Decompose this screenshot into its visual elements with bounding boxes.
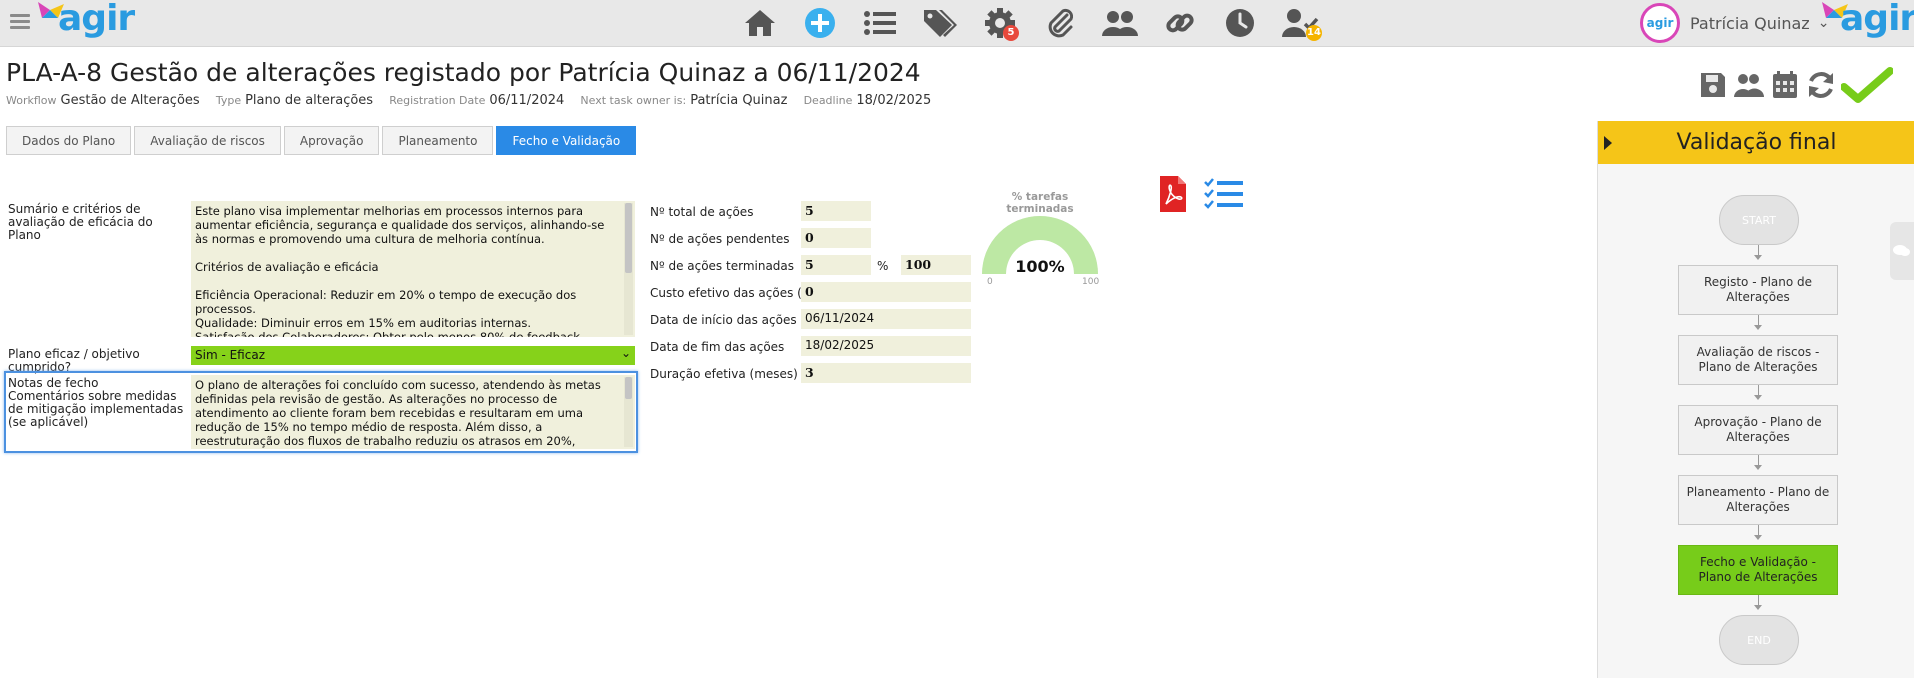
notes-scrollbar[interactable]	[624, 377, 633, 447]
summary-scrollbar[interactable]	[624, 203, 633, 335]
cost-label: Custo efetivo das ações (€)	[650, 286, 815, 300]
chevron-down-icon: ⌄	[620, 346, 631, 360]
page-title: PLA-A-8 Gestão de alterações registado p…	[6, 58, 921, 87]
total-actions-label: Nº total de ações	[650, 205, 754, 219]
record-meta: Workflow Gestão de Alterações Type Plano d…	[6, 93, 943, 108]
notes-label: Notas de fecho Comentários sobre medidas…	[8, 376, 184, 429]
flow-step-fecho-validacao[interactable]: Fecho e Validação - Plano de Alterações	[1678, 545, 1838, 595]
gauge-max: 100	[1082, 277, 1100, 287]
confirm-check-icon[interactable]	[1839, 67, 1895, 103]
add-icon[interactable]	[790, 4, 850, 42]
tab-fecho-e-validacao[interactable]: Fecho e Validação	[496, 126, 637, 155]
clock-icon[interactable]	[1210, 4, 1270, 42]
user-name: Patrícia Quinaz	[1690, 13, 1810, 33]
menu-icon[interactable]	[10, 14, 30, 30]
user-menu[interactable]: agir Patrícia Quinaz ⌄	[1640, 3, 1829, 43]
registration-date-label: Registration Date	[389, 94, 486, 107]
summary-label: Sumário e critérios de avaliação de efic…	[8, 202, 153, 242]
flow-arrow	[1754, 395, 1762, 400]
brand-logo-text: agir	[1840, 0, 1914, 39]
workflow-panel-header[interactable]: Validação final	[1598, 121, 1914, 164]
save-icon[interactable]	[1695, 68, 1731, 102]
summary-textarea[interactable]: Este plano visa implementar melhorias em…	[191, 201, 635, 337]
flow-arrow	[1754, 255, 1762, 260]
done-percent-value: 100	[901, 255, 971, 275]
flow-end: END	[1719, 615, 1799, 665]
cost-value: 0	[801, 282, 971, 302]
top-bar: agir 5 14 agir Patrícia Quinaz ⌄ agir	[0, 0, 1914, 47]
flow-step-registo[interactable]: Registo - Plano de Alterações	[1678, 265, 1838, 315]
user-check-icon[interactable]: 14	[1270, 4, 1330, 42]
end-date-value: 18/02/2025	[801, 336, 971, 356]
type-label: Type	[215, 94, 242, 107]
settings-icon[interactable]: 5	[970, 4, 1030, 42]
settings-badge: 5	[1003, 25, 1019, 41]
gauge-min: 0	[987, 277, 993, 287]
flow-arrow	[1754, 535, 1762, 540]
tab-planeamento[interactable]: Planeamento	[382, 126, 494, 155]
link-icon[interactable]	[1150, 4, 1210, 42]
flow-step-avaliacao[interactable]: Avaliação de riscos - Plano de Alteraçõe…	[1678, 335, 1838, 385]
flow-step-aprovacao[interactable]: Aprovação - Plano de Alterações	[1678, 405, 1838, 455]
done-actions-value: 5	[801, 255, 871, 275]
users-icon[interactable]	[1731, 68, 1767, 102]
notes-text: O plano de alterações foi concluído com …	[195, 378, 601, 449]
checklist-icon[interactable]	[1204, 178, 1244, 210]
tab-dados-do-plano[interactable]: Dados do Plano	[6, 126, 132, 155]
pending-actions-label: Nº de ações pendentes	[650, 232, 790, 246]
record-toolbar	[1695, 67, 1895, 103]
flow-start: START	[1719, 195, 1799, 245]
start-date-value: 06/11/2024	[801, 309, 971, 329]
brand-logo: agir	[1820, 0, 1914, 44]
calendar-icon[interactable]	[1767, 68, 1803, 102]
deadline-label: Deadline	[803, 94, 853, 107]
registration-date-value: 06/11/2024	[489, 93, 565, 108]
users-icon[interactable]	[1090, 4, 1150, 42]
workflow-label: Workflow	[6, 94, 57, 107]
type-value: Plano de alterações	[245, 93, 374, 108]
start-date-label: Data de início das ações	[650, 313, 797, 327]
effective-value: Sim - Eficaz	[195, 348, 265, 362]
logo[interactable]: agir	[36, 0, 135, 44]
tasks-badge: 14	[1306, 25, 1322, 41]
flow-arrow	[1754, 605, 1762, 610]
next-owner-value: Patrícia Quinaz	[690, 93, 788, 108]
tab-bar: Dados do Plano Avaliação de riscos Aprov…	[6, 126, 639, 155]
duration-value: 3	[801, 363, 971, 383]
end-date-label: Data de fim das ações	[650, 340, 785, 354]
tab-aprovacao[interactable]: Aprovação	[283, 126, 380, 155]
chat-icon[interactable]	[1890, 222, 1914, 280]
logo-text: agir	[58, 0, 135, 39]
list-icon[interactable]	[850, 4, 910, 42]
home-icon[interactable]	[730, 4, 790, 42]
summary-text: Este plano visa implementar melhorias em…	[195, 204, 605, 337]
main-nav: 5 14	[730, 4, 1330, 42]
avatar: agir	[1640, 3, 1680, 43]
next-owner-label: Next task owner is:	[580, 94, 687, 107]
pdf-icon[interactable]	[1158, 174, 1188, 214]
workflow-panel: Validação final START Registo - Plano de…	[1597, 121, 1914, 678]
percent-sign: %	[877, 259, 889, 273]
refresh-icon[interactable]	[1803, 68, 1839, 102]
duration-label: Duração efetiva (meses)	[650, 367, 798, 381]
workflow-panel-title: Validação final	[1676, 130, 1837, 155]
total-actions-value: 5	[801, 201, 871, 221]
notes-textarea[interactable]: O plano de alterações foi concluído com …	[191, 375, 635, 449]
flow-step-planeamento[interactable]: Planeamento - Plano de Alterações	[1678, 475, 1838, 525]
tags-icon[interactable]	[910, 4, 970, 42]
workflow-value: Gestão de Alterações	[60, 93, 200, 108]
attachment-icon[interactable]	[1030, 4, 1090, 42]
done-actions-label: Nº de ações terminadas	[650, 259, 795, 273]
flow-arrow	[1754, 325, 1762, 330]
effective-select[interactable]: Sim - Eficaz ⌄	[191, 346, 635, 365]
flow-arrow	[1754, 465, 1762, 470]
tab-avaliacao-de-riscos[interactable]: Avaliação de riscos	[134, 126, 281, 155]
deadline-value: 18/02/2025	[856, 93, 932, 108]
pending-actions-value: 0	[801, 228, 871, 248]
gauge-value: 100%	[1015, 257, 1065, 276]
